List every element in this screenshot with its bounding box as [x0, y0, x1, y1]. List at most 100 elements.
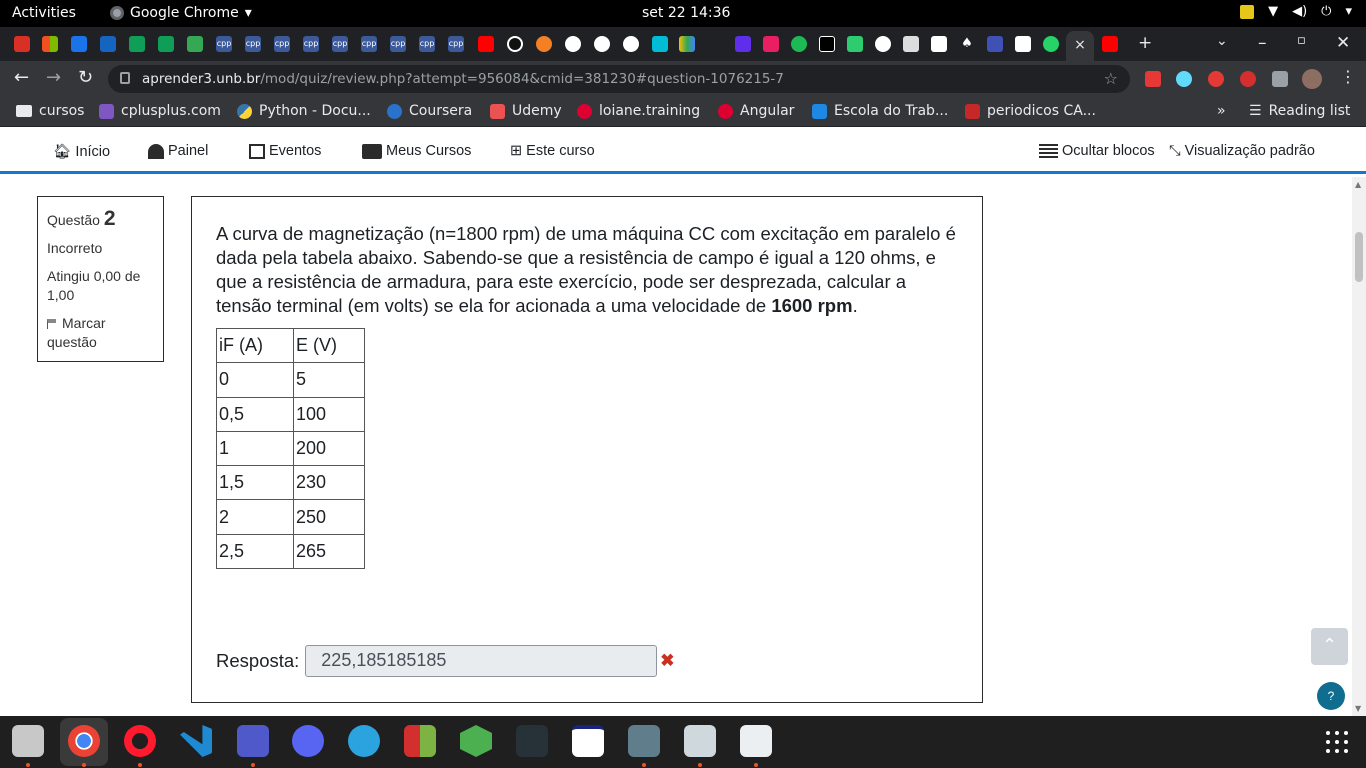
- bookmark-cplusplus[interactable]: cplusplus.com: [99, 103, 221, 119]
- app-icon[interactable]: [460, 725, 492, 757]
- tab-icon[interactable]: ♠: [959, 36, 975, 52]
- medium-icon[interactable]: [1015, 36, 1031, 52]
- app-icon[interactable]: [404, 725, 436, 757]
- url-text[interactable]: aprender3.unb.br/mod/quiz/review.php?att…: [142, 71, 784, 87]
- puzzle-icon[interactable]: [1272, 71, 1288, 87]
- discord-icon[interactable]: [292, 725, 324, 757]
- cpp-tab-icon[interactable]: cpp: [216, 36, 232, 52]
- cpp-tab-icon[interactable]: cpp: [448, 36, 464, 52]
- tab-icon[interactable]: [187, 36, 203, 52]
- extension-icon[interactable]: [1208, 71, 1224, 87]
- tab-icon[interactable]: [536, 36, 552, 52]
- tab-icon[interactable]: [42, 36, 58, 52]
- close-icon[interactable]: ×: [1074, 37, 1086, 53]
- text-editor-icon[interactable]: [740, 725, 772, 757]
- cpp-tab-icon[interactable]: cpp: [361, 36, 377, 52]
- scroll-up-icon[interactable]: ▲: [1355, 180, 1361, 189]
- nav-eventos[interactable]: Eventos: [249, 143, 321, 159]
- reading-list-button[interactable]: ☰ Reading list: [1249, 103, 1350, 119]
- avatar[interactable]: [1302, 69, 1322, 89]
- tab-icon[interactable]: [735, 36, 751, 52]
- tab-icon[interactable]: [14, 36, 30, 52]
- show-applications-icon[interactable]: [1326, 731, 1348, 753]
- tab-search-icon[interactable]: ⌄: [1216, 33, 1228, 49]
- cpp-tab-icon[interactable]: cpp: [390, 36, 406, 52]
- tab-icon[interactable]: [987, 36, 1003, 52]
- active-tab[interactable]: ×: [1066, 31, 1094, 61]
- files-icon[interactable]: [12, 725, 44, 757]
- nav-meus-cursos[interactable]: Meus Cursos: [362, 143, 471, 159]
- matlab-icon[interactable]: [516, 725, 548, 757]
- nav-inicio[interactable]: 🏠︎ Início: [53, 143, 110, 161]
- address-bar[interactable]: aprender3.unb.br/mod/quiz/review.php?att…: [108, 65, 1130, 93]
- tab-icon[interactable]: [847, 36, 863, 52]
- whatsapp-icon[interactable]: [1043, 36, 1059, 52]
- back-button[interactable]: ←: [14, 67, 29, 88]
- app-menu[interactable]: Google Chrome ▾: [110, 5, 252, 21]
- tab-icon[interactable]: [129, 36, 145, 52]
- page-scrollbar[interactable]: ▲ ▼: [1352, 177, 1366, 716]
- maximize-button[interactable]: ▫: [1297, 33, 1306, 48]
- scrollbar-thumb[interactable]: [1355, 232, 1363, 282]
- bookmark-python[interactable]: Python - Docu...: [237, 103, 371, 119]
- activities-button[interactable]: Activities: [12, 5, 76, 21]
- tab-icon[interactable]: [565, 36, 581, 52]
- minimize-button[interactable]: –: [1258, 33, 1267, 53]
- scroll-down-icon[interactable]: ▼: [1355, 704, 1361, 713]
- bookmark-star-icon[interactable]: ☆: [1104, 69, 1118, 88]
- back-to-top-button[interactable]: ⌃: [1311, 628, 1348, 665]
- google-icon[interactable]: [623, 36, 639, 52]
- bookmark-angular[interactable]: Angular: [718, 103, 794, 119]
- tab-icon[interactable]: [652, 36, 668, 52]
- menu-icon[interactable]: ⋮: [1340, 67, 1356, 86]
- cpp-tab-icon[interactable]: cpp: [245, 36, 261, 52]
- new-tab-button[interactable]: +: [1138, 33, 1152, 53]
- screenshot-icon[interactable]: [684, 725, 716, 757]
- teams-icon[interactable]: [237, 725, 269, 757]
- cpp-tab-icon[interactable]: cpp: [419, 36, 435, 52]
- bookmarks-overflow-button[interactable]: »: [1217, 103, 1226, 119]
- calculator-icon[interactable]: [628, 725, 660, 757]
- cpp-tab-icon[interactable]: cpp: [332, 36, 348, 52]
- clock[interactable]: set 22 14:36: [642, 5, 730, 21]
- app-icon[interactable]: [572, 725, 604, 757]
- vscode-icon[interactable]: [180, 725, 212, 757]
- help-button[interactable]: ?: [1317, 682, 1345, 710]
- tab-icon[interactable]: [791, 36, 807, 52]
- reload-button[interactable]: ↻: [78, 67, 93, 88]
- medium-icon[interactable]: [931, 36, 947, 52]
- tab-icon[interactable]: [507, 36, 523, 52]
- tab-icon[interactable]: [71, 36, 87, 52]
- nav-painel[interactable]: Painel: [148, 143, 208, 159]
- lock-icon[interactable]: [120, 72, 130, 84]
- youtube-icon[interactable]: [1102, 36, 1118, 52]
- bookmark-cursos[interactable]: cursos: [16, 103, 84, 119]
- forward-button[interactable]: →: [46, 67, 61, 88]
- answer-input[interactable]: 225,185185185: [305, 645, 658, 677]
- bookmark-escola[interactable]: Escola do Trab...: [812, 103, 948, 119]
- tab-icon[interactable]: [819, 36, 835, 52]
- nav-este-curso[interactable]: ⊞ Este curso: [510, 143, 595, 159]
- tab-icon[interactable]: [100, 36, 116, 52]
- notes-icon[interactable]: [1240, 4, 1255, 19]
- standard-view-button[interactable]: ⤡ Visualização padrão: [1169, 143, 1315, 159]
- tab-icon[interactable]: [763, 36, 779, 52]
- extension-icon[interactable]: [1145, 71, 1161, 87]
- react-devtools-icon[interactable]: [1176, 71, 1192, 87]
- drive-icon[interactable]: [679, 36, 695, 52]
- tab-icon[interactable]: [903, 36, 919, 52]
- opera-icon[interactable]: [124, 725, 156, 757]
- hide-blocks-button[interactable]: Ocultar blocos: [1039, 143, 1155, 159]
- chrome-icon[interactable]: [68, 725, 100, 757]
- bookmark-periodicos[interactable]: periodicos CA...: [965, 103, 1096, 119]
- close-window-button[interactable]: ✕: [1336, 33, 1350, 53]
- cpp-tab-icon[interactable]: cpp: [303, 36, 319, 52]
- youtube-icon[interactable]: [478, 36, 494, 52]
- system-tray[interactable]: ▼ ◀) ⏻ ▾: [1240, 4, 1352, 19]
- adblock-icon[interactable]: [1240, 71, 1256, 87]
- google-icon[interactable]: [594, 36, 610, 52]
- cpp-tab-icon[interactable]: cpp: [274, 36, 290, 52]
- bookmark-coursera[interactable]: Coursera: [387, 103, 472, 119]
- tab-icon[interactable]: [158, 36, 174, 52]
- flag-question-link[interactable]: Marcar questão: [47, 314, 154, 352]
